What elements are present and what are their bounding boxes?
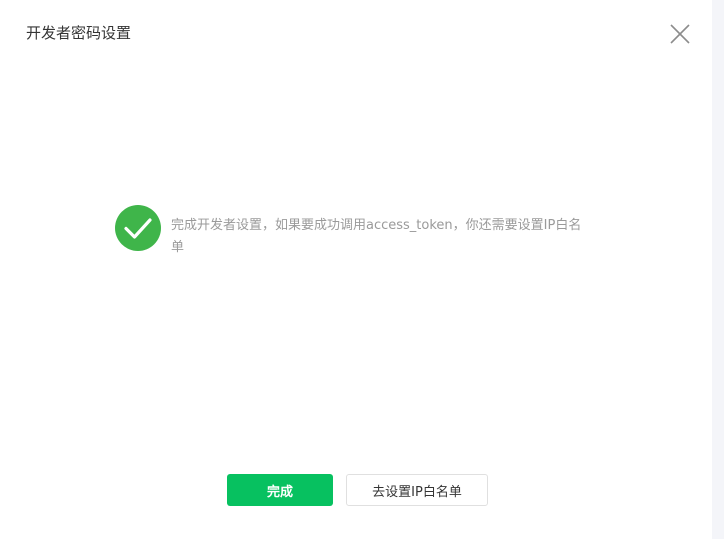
set-ip-whitelist-button[interactable]: 去设置IP白名单 — [346, 474, 488, 506]
close-button[interactable] — [668, 22, 692, 46]
close-icon — [670, 24, 690, 44]
check-circle-icon — [115, 205, 161, 251]
background-overlay — [712, 0, 724, 539]
dialog: 开发者密码设置 完成开发者设置，如果要成功调用access_token，你还需要… — [0, 0, 712, 539]
result-message: 完成开发者设置，如果要成功调用access_token，你还需要设置IP白名单 — [171, 218, 582, 255]
done-button[interactable]: 完成 — [227, 474, 333, 506]
dialog-title: 开发者密码设置 — [26, 24, 132, 42]
success-icon-wrapper — [115, 205, 161, 251]
